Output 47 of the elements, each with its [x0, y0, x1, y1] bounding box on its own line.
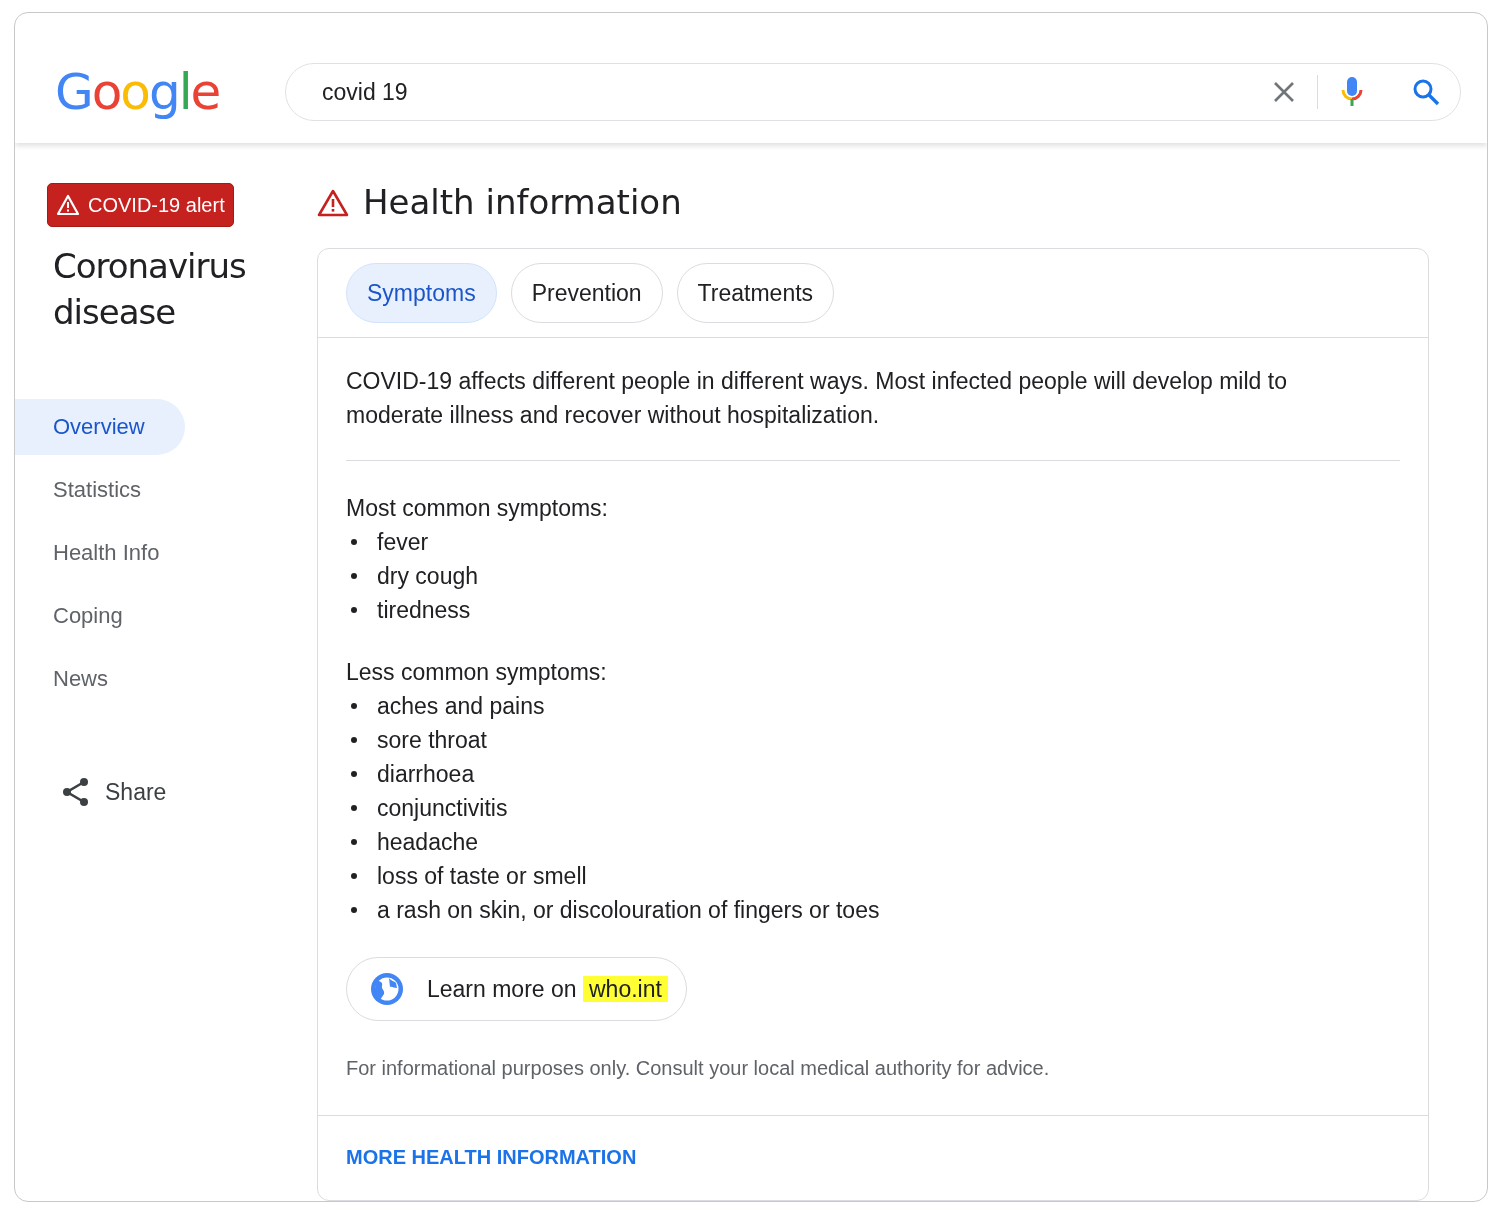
symptom-item: a rash on skin, or discolouration of fingers or toes [377, 896, 880, 925]
bullet-icon [351, 539, 357, 545]
microphone-icon[interactable] [1340, 76, 1364, 108]
list-heading: Less common symptoms: [346, 658, 608, 687]
close-icon[interactable] [1273, 81, 1295, 103]
bullet-icon [351, 737, 357, 743]
alert-label: COVID-19 alert [88, 193, 225, 218]
section-heading: Health information [363, 181, 682, 224]
google-logo[interactable]: Google [55, 54, 285, 130]
tab[interactable]: Symptoms [346, 263, 497, 323]
bullet-icon [351, 907, 357, 913]
sidebar-item[interactable]: Statistics [15, 462, 185, 518]
topic-title: Coronavirus disease [53, 245, 247, 334]
bullet-icon [351, 771, 357, 777]
share-icon[interactable] [61, 777, 91, 808]
warning-icon [56, 194, 80, 216]
bullet-icon [351, 607, 357, 613]
disclaimer-text: For informational purposes only. Consult your local medical authority for advice. [346, 1056, 1051, 1081]
symptom-item: loss of taste or smell [377, 862, 587, 891]
sidebar-item[interactable]: News [15, 651, 185, 707]
search-field[interactable]: covid 19 [320, 73, 1273, 111]
sidebar-item[interactable]: Coping [15, 588, 185, 644]
symptom-item: conjunctivitis [377, 794, 508, 823]
list-heading: Most common symptoms: [346, 494, 609, 523]
bullet-icon [351, 703, 357, 709]
symptom-item: aches and pains [377, 692, 545, 721]
symptom-item: sore throat [377, 726, 487, 755]
intro-paragraph: COVID-19 affects different people in different ways. Most infected people will develop mild to moderate illness and recover without hospitalization. [346, 367, 1288, 430]
bullet-icon [351, 805, 357, 811]
globe-icon [369, 971, 405, 1007]
symptom-item: dry cough [377, 562, 478, 591]
symptom-item: fever [377, 528, 429, 557]
learn-more-button[interactable]: Learn more on who.int [346, 957, 687, 1021]
search-icon[interactable] [1412, 78, 1440, 106]
sidebar-item[interactable]: Health Info [15, 525, 185, 581]
symptom-item: diarrhoea [377, 760, 475, 789]
sidebar-item[interactable]: Overview [15, 399, 185, 455]
share-link[interactable]: Share [105, 775, 167, 810]
symptom-item: headache [377, 828, 479, 857]
bullet-icon [351, 873, 357, 879]
warning-icon [317, 188, 349, 217]
tab[interactable]: Prevention [510, 263, 663, 323]
bullet-icon [351, 573, 357, 579]
bullet-icon [351, 839, 357, 845]
symptom-item: tiredness [377, 596, 471, 625]
tab[interactable]: Treatments [676, 263, 835, 323]
more-info-link[interactable]: MORE HEALTH INFORMATION [346, 1146, 637, 1168]
